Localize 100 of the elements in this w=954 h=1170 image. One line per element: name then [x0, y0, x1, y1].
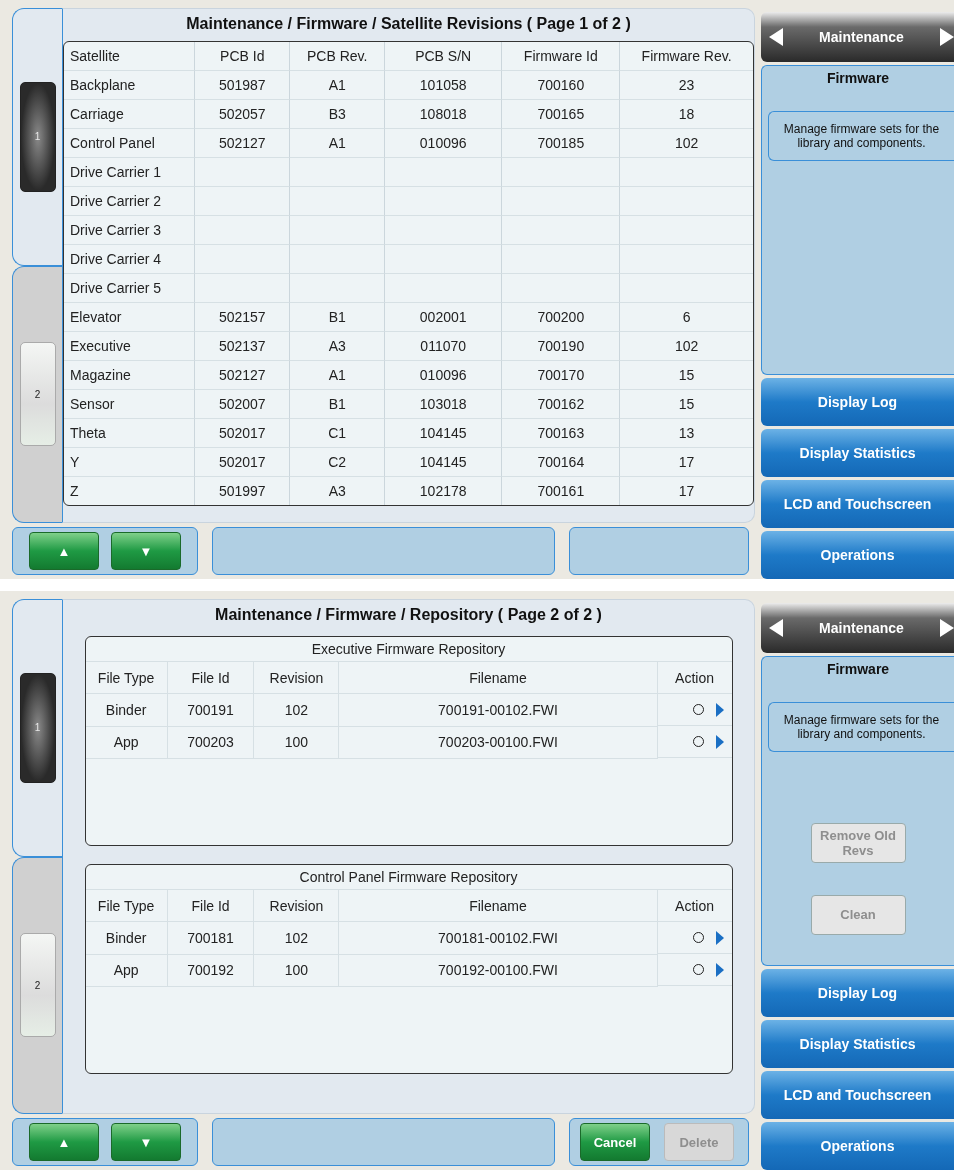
table-cell: 502137 — [195, 332, 291, 361]
table-cell: A1 — [290, 129, 385, 158]
arrow-right-icon[interactable] — [715, 702, 724, 717]
table-cell: App — [85, 954, 168, 986]
column-header: Revision — [253, 662, 339, 694]
table-cell: 502057 — [195, 100, 291, 129]
table-cell: A1 — [290, 361, 385, 390]
column-header: File Type — [85, 890, 168, 922]
table-cell: 502127 — [195, 129, 291, 158]
screen-title: Maintenance / Firmware / Repository ( Page 2 of 2 ) — [215, 606, 602, 624]
table-cell: 502127 — [195, 361, 291, 390]
table-cell: 700192 — [167, 954, 254, 986]
menu-button[interactable]: Display Log — [761, 378, 954, 426]
scroll-button[interactable]: ▲ — [29, 1123, 99, 1161]
description-text: Manage firmware sets for the library and components. — [768, 111, 954, 161]
table-cell: 010096 — [384, 361, 503, 390]
arrow-right-icon[interactable] — [715, 930, 724, 945]
menu-button[interactable]: LCD and Touchscreen — [761, 480, 954, 528]
table-cell: 011070 — [384, 332, 503, 361]
page-tab[interactable]: 2 — [19, 342, 56, 447]
column-header: Filename — [338, 890, 658, 922]
table-cell: 700200 — [502, 303, 621, 332]
column-header: Filename — [338, 662, 658, 694]
table-cell: 17 — [620, 448, 753, 477]
page-tab[interactable]: 2 — [19, 933, 56, 1038]
table-cell: 700192-00100.FWI — [338, 954, 658, 986]
scroll-button[interactable]: ▲ — [29, 532, 99, 570]
table-cell: 13 — [620, 419, 753, 448]
column-header: File Type — [85, 662, 168, 694]
table-cell: 501987 — [195, 71, 291, 100]
column-header: PCB Id — [195, 42, 291, 71]
table-cell: Executive — [64, 332, 196, 361]
column-header: Revision — [253, 890, 339, 922]
column-header: Firmware Id — [502, 42, 621, 71]
table-cell: Z — [64, 477, 196, 505]
repository-title: Executive Firmware Repository — [85, 637, 732, 662]
table-cell: 700160 — [502, 71, 621, 100]
menu-button[interactable]: Operations — [761, 1122, 954, 1170]
table-cell: A1 — [290, 71, 385, 100]
arrow-right-icon[interactable] — [940, 28, 954, 46]
menu-button[interactable]: Display Statistics — [761, 1020, 954, 1068]
footer-button[interactable]: Cancel — [580, 1123, 650, 1161]
page-tab[interactable]: 1 — [19, 81, 56, 192]
table-cell: Theta — [64, 419, 196, 448]
menu-button[interactable]: Display Log — [761, 969, 954, 1017]
table-cell: 23 — [620, 71, 753, 100]
column-header: File Id — [167, 890, 254, 922]
table-cell: Drive Carrier 3 — [64, 216, 196, 245]
table-cell: 700203-00100.FWI — [338, 726, 658, 758]
table-cell: 700181 — [167, 921, 254, 954]
arrow-left-icon[interactable] — [769, 619, 783, 637]
table-cell: 002001 — [384, 303, 503, 332]
table-cell: C2 — [290, 448, 385, 477]
table-cell: 502017 — [195, 448, 291, 477]
table-cell: Control Panel — [64, 129, 196, 158]
column-header: Action — [657, 662, 732, 694]
column-header: Action — [657, 890, 732, 922]
table-cell: 101058 — [384, 71, 503, 100]
panel-heading: Firmware — [826, 661, 890, 677]
table-cell-text: 17 — [677, 482, 696, 501]
table-cell: 104145 — [384, 448, 503, 477]
section-title: Maintenance — [819, 620, 904, 636]
table-cell: 700191 — [167, 693, 254, 726]
table-cell: 18 — [620, 100, 753, 129]
table-cell: 102 — [253, 921, 339, 954]
arrow-left-icon[interactable] — [769, 28, 783, 46]
scroll-button[interactable]: ▼ — [111, 532, 181, 570]
table-cell: 700164 — [502, 448, 621, 477]
page-tab[interactable]: 1 — [19, 672, 56, 783]
table-cell: 700185 — [502, 129, 621, 158]
table-cell: App — [85, 726, 168, 758]
table-cell: 102178 — [384, 477, 503, 505]
table-cell: A3 — [290, 477, 385, 505]
table-cell: Binder — [85, 693, 168, 726]
table-cell: 102 — [620, 129, 753, 158]
table-cell: 6 — [620, 303, 753, 332]
menu-button[interactable]: Operations — [761, 531, 954, 579]
table-cell: 700170 — [502, 361, 621, 390]
menu-button[interactable]: Display Statistics — [761, 429, 954, 477]
column-header: File Id — [167, 662, 254, 694]
table-cell: 502007 — [195, 390, 291, 419]
menu-button[interactable]: LCD and Touchscreen — [761, 1071, 954, 1119]
table-cell: 102 — [620, 332, 753, 361]
table-cell: Drive Carrier 1 — [64, 158, 196, 187]
description-text: Manage firmware sets for the library and components. — [768, 702, 954, 752]
scroll-button[interactable]: ▼ — [111, 1123, 181, 1161]
table-cell: Y — [64, 448, 196, 477]
table-cell: Backplane — [64, 71, 196, 100]
column-header: Satellite — [64, 42, 196, 71]
table-cell: 108018 — [384, 100, 503, 129]
table-cell: 102 — [253, 693, 339, 726]
arrow-right-icon[interactable] — [715, 734, 724, 749]
arrow-right-icon[interactable] — [715, 962, 724, 977]
table-cell: Drive Carrier 4 — [64, 245, 196, 274]
table-cell: Binder — [85, 921, 168, 954]
table-cell: 700191-00102.FWI — [338, 693, 658, 726]
table-cell: B1 — [290, 303, 385, 332]
arrow-right-icon[interactable] — [940, 619, 954, 637]
table-cell: 502157 — [195, 303, 291, 332]
table-cell: Carriage — [64, 100, 196, 129]
